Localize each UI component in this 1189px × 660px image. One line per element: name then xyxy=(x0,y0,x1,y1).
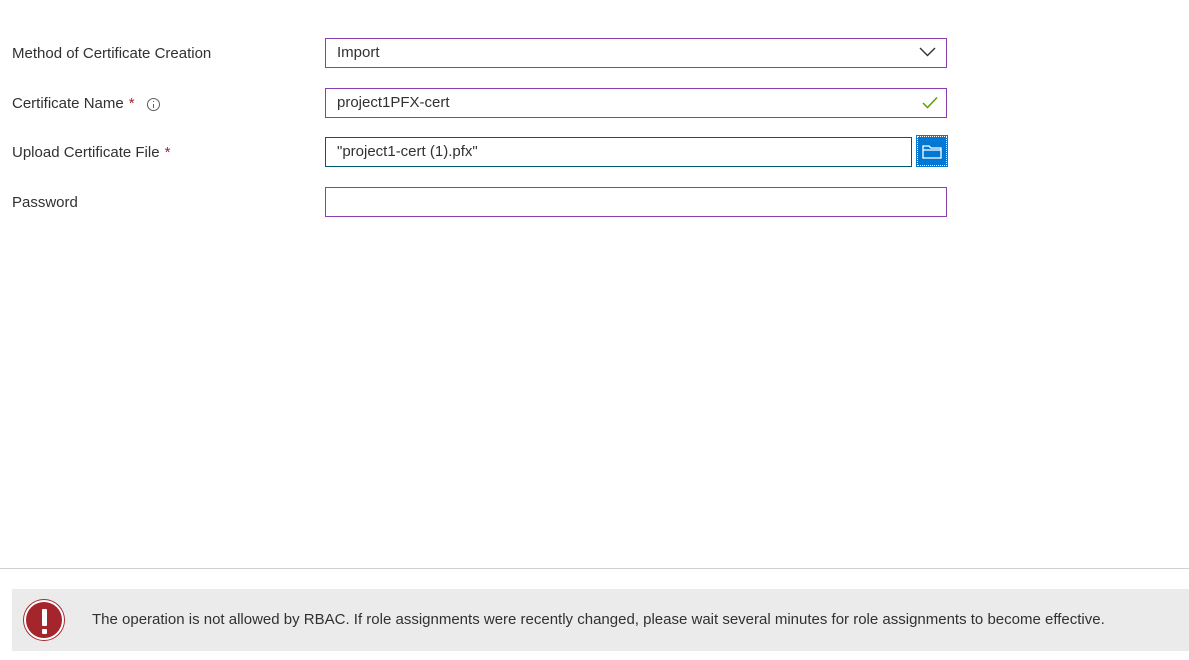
checkmark-icon xyxy=(922,96,938,109)
method-dropdown-value: Import xyxy=(337,44,380,61)
error-message-bar: The operation is not allowed by RBAC. If… xyxy=(12,589,1189,651)
method-label: Method of Certificate Creation xyxy=(12,44,211,64)
folder-icon xyxy=(922,145,942,159)
cert-name-label-text: Certificate Name xyxy=(12,95,124,112)
upload-label-text: Upload Certificate File xyxy=(12,144,160,161)
error-icon xyxy=(24,600,64,640)
cert-name-label: Certificate Name * xyxy=(12,94,160,114)
cert-name-input[interactable]: project1PFX-cert xyxy=(325,88,947,118)
required-asterisk: * xyxy=(128,95,135,112)
upload-file-value: "project1-cert (1).pfx" xyxy=(337,143,478,160)
method-row: Method of Certificate Creation Import xyxy=(0,38,1189,70)
upload-label: Upload Certificate File * xyxy=(12,143,170,163)
method-label-text: Method of Certificate Creation xyxy=(12,45,212,62)
password-label-text: Password xyxy=(12,194,78,211)
cert-name-row: Certificate Name * project1PFX-cert xyxy=(0,88,1189,120)
upload-row: Upload Certificate File * "project1-cert… xyxy=(0,137,1189,169)
chevron-down-icon xyxy=(919,47,936,57)
error-message-text: The operation is not allowed by RBAC. If… xyxy=(92,611,1105,628)
divider xyxy=(0,568,1189,569)
required-asterisk: * xyxy=(164,144,171,161)
cert-name-value: project1PFX-cert xyxy=(337,94,450,111)
password-label: Password xyxy=(12,193,78,213)
method-dropdown[interactable]: Import xyxy=(325,38,947,68)
browse-file-button[interactable] xyxy=(916,135,948,167)
upload-file-input[interactable]: "project1-cert (1).pfx" xyxy=(325,137,912,167)
info-icon[interactable] xyxy=(146,97,160,111)
password-input[interactable] xyxy=(325,187,947,217)
password-row: Password xyxy=(0,187,1189,219)
